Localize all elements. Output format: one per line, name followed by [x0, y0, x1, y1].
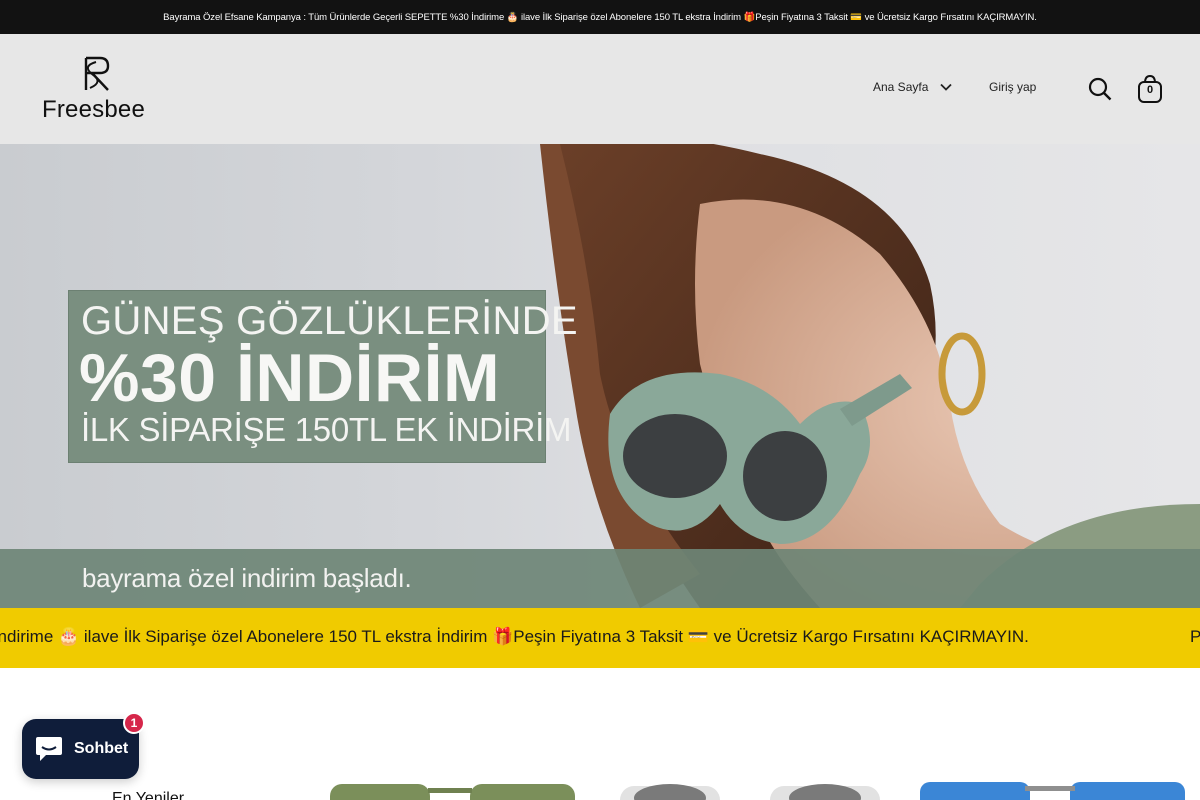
nav-login-link[interactable]: Giriş yap	[989, 80, 1036, 94]
marquee-text: E %30 İndirime 🎂 ilave İlk Siparişe özel…	[0, 627, 1029, 646]
site-header: Freesbee Ana Sayfa Giriş yap 0	[0, 34, 1200, 144]
nav-home-dropdown[interactable]: Ana Sayfa	[873, 80, 953, 94]
chat-label: Sohbet	[74, 740, 129, 757]
chat-button[interactable]: Sohbet	[22, 719, 139, 779]
promo-subline: İLK SİPARİŞE 150TL EK İNDİRİM	[81, 411, 572, 448]
chat-notification-badge: 1	[123, 712, 145, 734]
brand-name: Freesbee	[42, 96, 145, 123]
announcement-text: Bayrama Özel Efsane Kampanya : Tüm Ürünl…	[163, 11, 1037, 23]
promo-box: GÜNEŞ GÖZLÜKLERİNDE %30 İNDİRİM İLK SİPA…	[68, 290, 578, 463]
hero-caption: bayrama özel indirim başladı.	[82, 563, 412, 593]
chat-bubble-icon	[36, 737, 62, 761]
announcement-bar: Bayrama Özel Efsane Kampanya : Tüm Ürünl…	[0, 0, 1200, 34]
product-thumbnails	[330, 782, 1185, 800]
chevron-down-icon	[940, 83, 953, 91]
cart-button[interactable]: 0	[1137, 74, 1163, 104]
brand-logo[interactable]: Freesbee	[40, 54, 160, 126]
product-white-glasses	[620, 784, 880, 800]
hero-caption-band: bayrama özel indirim başladı.	[0, 549, 1200, 608]
section-title: En Yeniler	[112, 790, 185, 800]
hero-banner[interactable]: GÜNEŞ GÖZLÜKLERİNDE %30 İNDİRİM İLK SİPA…	[0, 144, 1200, 608]
nav-home-label: Ana Sayfa	[873, 80, 929, 94]
freesbee-logo-icon	[84, 56, 110, 91]
promo-marquee: E %30 İndirime 🎂 ilave İlk Siparişe özel…	[0, 608, 1200, 668]
search-button[interactable]	[1088, 77, 1112, 101]
product-blue-glasses	[920, 782, 1185, 800]
cart-count-badge: 0	[1146, 84, 1154, 96]
promo-discount: %30 İNDİRİM	[79, 340, 501, 416]
product-green-glasses	[330, 784, 575, 800]
marquee-text-next: P	[1190, 627, 1200, 646]
promo-headline: GÜNEŞ GÖZLÜKLERİNDE	[81, 299, 578, 343]
search-icon	[1088, 77, 1112, 101]
new-arrivals-section: En Yeniler	[0, 668, 1200, 800]
